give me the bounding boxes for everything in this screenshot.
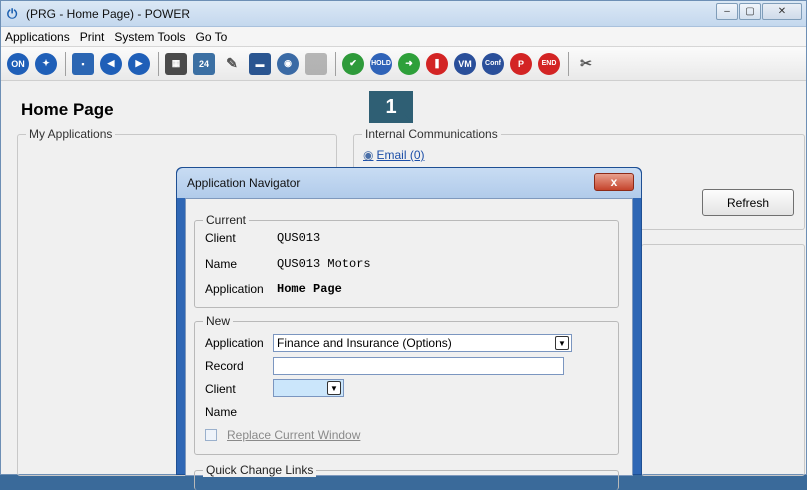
current-application-value: Home Page <box>277 282 342 296</box>
toolbar: ON ✦ ▪ ◀ ▶ ▦ 24 ✎ ▬ ◉ ✔ HOLD ➜ ❚ VM Conf P END ✂ <box>1 47 806 81</box>
stop-icon[interactable]: ❚ <box>426 52 448 75</box>
power-icon: ⏻ <box>7 5 18 21</box>
dialog-body: Current Client QUS013 Name QUS013 Motors… <box>185 198 633 490</box>
replace-window-label: Replace Current Window <box>227 428 361 442</box>
application-select-value: Finance and Insurance (Options) <box>277 336 452 350</box>
forward-arrow-icon[interactable]: ▶ <box>128 52 150 75</box>
menu-system-tools[interactable]: System Tools <box>114 30 185 44</box>
email-link-label: Email (0) <box>376 148 425 162</box>
menu-print[interactable]: Print <box>80 30 105 44</box>
menu-applications[interactable]: Applications <box>5 30 70 44</box>
new-application-row: Application <box>205 336 277 350</box>
new-legend: New <box>203 314 234 328</box>
window-title: (PRG - Home Page) - POWER <box>26 6 191 21</box>
save-icon[interactable]: ▪ <box>72 52 94 75</box>
replace-window-row[interactable]: Replace Current Window <box>205 428 360 442</box>
replace-window-checkbox[interactable] <box>205 429 217 441</box>
globe-mail-icon: ◉ <box>363 148 374 162</box>
current-name-row: Name QUS013 Motors <box>205 257 371 271</box>
internal-communications-legend: Internal Communications <box>362 127 501 141</box>
title-bar: ⏻ (PRG - Home Page) - POWER – ▢ ✕ <box>1 1 806 27</box>
compass-icon[interactable]: ✦ <box>35 52 57 75</box>
quick-change-links-group: Quick Change Links <box>194 463 619 490</box>
email-link[interactable]: ◉ Email (0) <box>363 148 425 162</box>
client-select[interactable]: ▼ <box>273 379 344 397</box>
new-application-label: Application <box>205 336 264 350</box>
close-button[interactable]: ✕ <box>762 3 802 20</box>
current-legend: Current <box>203 213 250 227</box>
end-icon[interactable]: END <box>538 52 560 75</box>
menu-bar: Applications Print System Tools Go To <box>1 27 806 47</box>
conf-icon[interactable]: Conf <box>482 52 504 75</box>
new-group: New Application Finance and Insurance (O… <box>194 314 619 455</box>
calculator-icon[interactable]: ▦ <box>165 52 187 75</box>
toolbar-separator <box>158 51 159 76</box>
application-select[interactable]: Finance and Insurance (Options) ▼ <box>273 334 572 352</box>
step-badge-pointer <box>405 115 413 123</box>
refresh-button[interactable]: Refresh <box>702 189 794 216</box>
application-navigator-dialog: Application Navigator x Current Client Q… <box>176 167 642 490</box>
new-name-row: Name <box>205 405 277 419</box>
chevron-down-icon[interactable]: ▼ <box>327 381 341 395</box>
new-client-label: Client <box>205 382 236 396</box>
record-input[interactable] <box>273 357 564 375</box>
calendar-icon[interactable]: 24 <box>193 52 215 75</box>
menu-go-to[interactable]: Go To <box>196 30 228 44</box>
new-client-row: Client <box>205 382 277 396</box>
on-icon[interactable]: ON <box>7 52 29 75</box>
current-group: Current Client QUS013 Name QUS013 Motors… <box>194 213 619 308</box>
hold-icon[interactable]: HOLD <box>370 52 392 75</box>
current-client-row: Client QUS013 <box>205 231 320 245</box>
current-client-label: Client <box>205 231 236 245</box>
page-title: Home Page <box>21 100 114 119</box>
p-icon[interactable]: P <box>510 52 532 75</box>
toolbar-separator <box>335 51 336 76</box>
chevron-down-icon[interactable]: ▼ <box>555 336 569 350</box>
blank-icon[interactable] <box>305 52 327 75</box>
current-client-value: QUS013 <box>277 231 321 245</box>
new-record-row: Record <box>205 359 277 373</box>
notepad-icon[interactable]: ✎ <box>221 53 243 75</box>
dialog-title: Application Navigator <box>177 168 641 198</box>
checkmark-icon[interactable]: ✔ <box>342 52 364 75</box>
current-name-value: QUS013 Motors <box>277 257 371 271</box>
vm-icon[interactable]: VM <box>454 52 476 75</box>
current-name-label: Name <box>205 257 238 271</box>
current-application-label: Application <box>205 282 264 296</box>
toolbar-separator <box>568 51 569 76</box>
globe-mail-icon[interactable]: ◉ <box>277 52 299 75</box>
minimize-button[interactable]: – <box>716 3 738 20</box>
dialog-close-button[interactable]: x <box>594 173 634 191</box>
new-name-label: Name <box>205 405 238 419</box>
maximize-button[interactable]: ▢ <box>739 3 761 20</box>
window-controls: – ▢ ✕ <box>715 3 802 20</box>
green-arrow-icon[interactable]: ➜ <box>398 52 420 75</box>
right-panel <box>641 244 805 476</box>
current-application-row: Application Home Page <box>205 282 342 296</box>
toolbar-separator <box>65 51 66 76</box>
tools-icon[interactable]: ✂ <box>575 53 597 75</box>
my-applications-legend: My Applications <box>26 127 116 141</box>
back-arrow-icon[interactable]: ◀ <box>100 52 122 75</box>
new-record-label: Record <box>205 359 244 373</box>
book-icon[interactable]: ▬ <box>249 52 271 75</box>
